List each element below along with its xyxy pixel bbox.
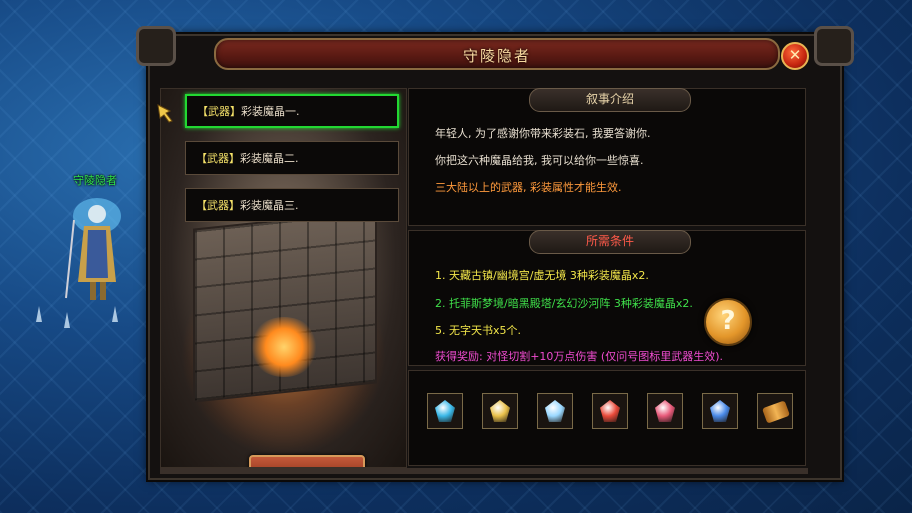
quest-item-2[interactable]: 【武器】彩装魔晶二.: [185, 141, 399, 175]
quest-detail-panel: 叙事介绍 年轻人, 为了感谢你带来彩装石, 我要答谢你. 你把这六种魔晶给我, …: [408, 88, 806, 466]
complete-quest-button[interactable]: 我要完成: [249, 455, 365, 467]
requirement-line: 2. 托菲斯梦境/暗黑殿塔/玄幻沙河阵 3种彩装魔晶x2.: [435, 297, 693, 310]
quest-label: 彩装魔晶三.: [240, 199, 299, 212]
story-line: 你把这六种魔晶给我, 我可以给你一些惊喜.: [435, 154, 644, 167]
gem-gold-blue-icon: [490, 400, 510, 422]
help-question-button[interactable]: ?: [704, 298, 752, 346]
reward-slot[interactable]: [427, 393, 463, 429]
story-header: 叙事介绍: [529, 88, 691, 112]
quest-item-1[interactable]: 【武器】彩装魔晶一.: [185, 94, 399, 128]
reward-slot[interactable]: [647, 393, 683, 429]
ice-spike: [64, 312, 70, 328]
gem-blue-gold-icon: [710, 400, 730, 422]
frame-bottom-border: [160, 468, 808, 474]
quest-tag: 【武器】: [196, 152, 240, 165]
quest-dialog: 守陵隐者 ✕ 【武器】彩装魔晶一. 【武器】彩装魔晶二. 【武器】彩装魔晶三. …: [136, 26, 854, 480]
requirements-header: 所需条件: [529, 230, 691, 254]
reward-slot[interactable]: [592, 393, 628, 429]
close-button[interactable]: ✕: [781, 42, 809, 70]
ice-spike: [36, 306, 42, 322]
gem-red-gold-icon: [600, 400, 620, 422]
gem-red-blue-icon: [655, 400, 675, 422]
npc-sprite: [65, 198, 121, 300]
story-line: 三大陆以上的武器, 彩装属性才能生效.: [435, 181, 622, 194]
npc-character[interactable]: 守陵隐者: [40, 172, 150, 302]
quest-list-panel: 【武器】彩装魔晶一. 【武器】彩装魔晶二. 【武器】彩装魔晶三. 我要完成: [160, 88, 407, 468]
requirements-section: 所需条件 1. 天藏古镇/幽境宫/虚无境 3种彩装魔晶x2. 2. 托菲斯梦境/…: [408, 230, 806, 366]
frame-corner-ornament: [814, 26, 854, 66]
scroll-icon: [761, 400, 791, 424]
gem-cyan-gold-icon: [435, 400, 455, 422]
npc-name-label: 守陵隐者: [73, 174, 117, 187]
dialog-title-bar: 守陵隐者: [214, 38, 780, 70]
requirement-line: 1. 天藏古镇/幽境宫/虚无境 3种彩装魔晶x2.: [435, 269, 649, 282]
reward-description: 获得奖励: 对怪切割+10万点伤害 (仅问号图标里武器生效).: [435, 350, 723, 363]
reward-slot[interactable]: [757, 393, 793, 429]
reward-items-bar: [408, 370, 806, 466]
dialog-title: 守陵隐者: [462, 47, 531, 65]
close-icon: ✕: [788, 46, 802, 64]
story-line: 年轻人, 为了感谢你带来彩装石, 我要答谢你.: [435, 127, 651, 140]
question-mark-icon: ?: [720, 306, 736, 336]
reward-slot[interactable]: [537, 393, 573, 429]
quest-item-3[interactable]: 【武器】彩装魔晶三.: [185, 188, 399, 222]
quest-label: 彩装魔晶二.: [240, 152, 299, 165]
reward-slot[interactable]: [702, 393, 738, 429]
quest-tag: 【武器】: [197, 105, 241, 118]
artifact-glow: [249, 317, 319, 377]
story-section: 叙事介绍 年轻人, 为了感谢你带来彩装石, 我要答谢你. 你把这六种魔晶给我, …: [408, 88, 806, 226]
requirement-line: 5. 无字天书x5个.: [435, 324, 521, 337]
quest-tag: 【武器】: [196, 199, 240, 212]
frame-corner-ornament: [136, 26, 176, 66]
gem-silver-blue-icon: [545, 400, 565, 422]
reward-slot[interactable]: [482, 393, 518, 429]
ice-spike: [112, 306, 118, 322]
quest-label: 彩装魔晶一.: [241, 105, 300, 118]
hand-pointer-icon: [157, 104, 173, 123]
